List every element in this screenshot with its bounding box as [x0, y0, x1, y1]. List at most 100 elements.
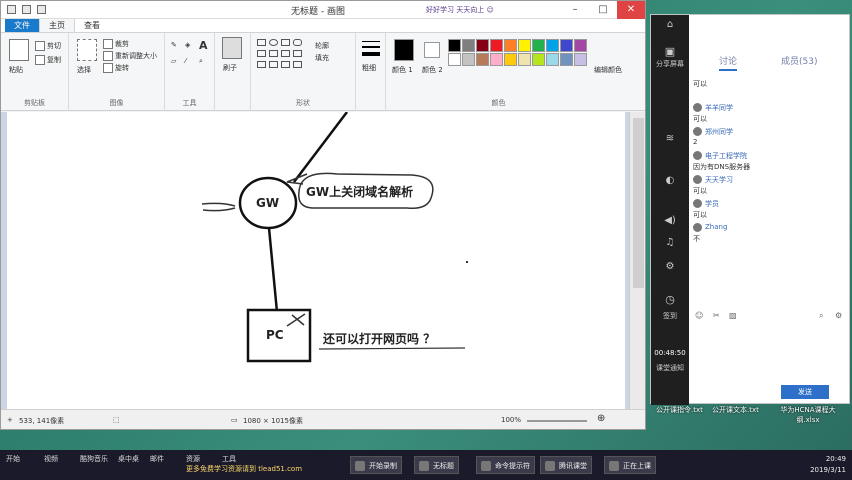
outline-button[interactable]: 轮廓 — [315, 41, 329, 51]
color1-swatch[interactable] — [394, 39, 414, 61]
vertical-scrollbar[interactable] — [629, 112, 645, 409]
palette-swatch[interactable] — [504, 39, 517, 52]
tab-members[interactable]: 成员(53) — [781, 54, 817, 67]
desktop-file-1[interactable]: 公开课指令.txt — [656, 405, 703, 415]
select-button[interactable]: 选择 — [77, 65, 91, 75]
zoom-slider[interactable] — [527, 420, 587, 422]
heart-shape-icon[interactable] — [293, 61, 302, 68]
palette-swatch[interactable] — [560, 39, 573, 52]
palette-swatch[interactable] — [518, 53, 531, 66]
oval-shape-icon[interactable] — [269, 39, 278, 46]
send-button[interactable]: 发送 — [781, 385, 829, 399]
tab-home[interactable]: 主页 — [39, 18, 75, 32]
fill-button[interactable]: 填充 — [315, 53, 329, 63]
cut-button[interactable]: 剪切 — [35, 41, 61, 51]
star-shape-icon[interactable] — [269, 61, 278, 68]
brush-icon[interactable] — [222, 37, 242, 59]
tab-view[interactable]: 查看 — [75, 19, 109, 32]
desktop-file-2[interactable]: 公开课文本.txt — [712, 405, 759, 415]
scissors-icon[interactable]: ✂ — [713, 311, 720, 320]
text-tool-icon[interactable]: A — [199, 39, 208, 52]
palette-swatch[interactable] — [462, 39, 475, 52]
save-icon[interactable] — [7, 5, 16, 14]
color-picker-icon[interactable]: ⁄ — [185, 57, 186, 65]
triangle-shape-icon[interactable] — [257, 50, 266, 57]
search-icon[interactable]: ⌕ — [819, 311, 823, 321]
avatar[interactable] — [693, 223, 702, 232]
brushes-button[interactable]: 刷子 — [223, 63, 237, 73]
palette-swatch[interactable] — [532, 53, 545, 66]
minimize-icon[interactable]: – — [561, 1, 589, 19]
copy-button[interactable]: 复制 — [35, 55, 61, 65]
share-screen-icon[interactable]: ▣ — [651, 45, 689, 58]
paste-button[interactable]: 粘贴 — [9, 65, 23, 75]
drawing-canvas[interactable]: GW GW上关闭域名解析 PC 还可以打开网页吗 ？ — [7, 111, 625, 409]
taskbar-app[interactable]: 无标题 — [414, 456, 459, 474]
palette-swatch[interactable] — [462, 53, 475, 66]
magnifier-icon[interactable]: ⌕ — [199, 57, 203, 66]
palette-swatch[interactable] — [504, 53, 517, 66]
taskbar-shortcut[interactable]: 酷狗音乐 — [80, 454, 108, 464]
settings-icon[interactable]: ⚙ — [651, 261, 689, 272]
taskbar-shortcut[interactable]: 邮件 — [150, 454, 164, 464]
palette-swatch[interactable] — [546, 39, 559, 52]
size-button[interactable]: 粗细 — [362, 63, 376, 73]
maximize-icon[interactable]: □ — [589, 1, 617, 19]
avatar[interactable] — [693, 127, 702, 136]
crop-button[interactable]: 裁剪 — [103, 39, 129, 49]
taskbar-shortcut[interactable]: 视频 — [44, 454, 58, 464]
tab-discuss[interactable]: 讨论 — [719, 54, 738, 71]
palette-swatch[interactable] — [448, 53, 461, 66]
taskbar-shortcut[interactable]: 开始 — [6, 454, 20, 464]
pencil-icon[interactable]: ✎ — [171, 41, 177, 49]
speaker-icon[interactable]: ◀) — [651, 215, 689, 226]
avatar[interactable] — [693, 199, 702, 208]
rounded-rect-shape-icon[interactable] — [293, 39, 302, 46]
avatar[interactable] — [693, 151, 702, 160]
rotate-button[interactable]: 旋转 — [103, 63, 129, 73]
music-icon[interactable]: ♫ — [651, 237, 689, 248]
palette-swatch[interactable] — [518, 39, 531, 52]
palette-swatch[interactable] — [490, 39, 503, 52]
avatar[interactable] — [693, 103, 702, 112]
notify-icon[interactable]: ⌂ — [651, 19, 689, 30]
arrow-shape-icon[interactable] — [257, 61, 266, 68]
palette-swatch[interactable] — [490, 53, 503, 66]
pentagon-shape-icon[interactable] — [281, 50, 290, 57]
edit-colors-button[interactable]: 编辑颜色 — [594, 65, 622, 75]
diamond-shape-icon[interactable] — [269, 50, 278, 57]
tab-file[interactable]: 文件 — [5, 19, 39, 32]
close-icon[interactable]: ✕ — [617, 1, 645, 19]
gear-icon[interactable]: ⚙ — [835, 311, 842, 320]
fill-icon[interactable]: ◈ — [185, 41, 190, 49]
palette-swatch[interactable] — [546, 53, 559, 66]
zoom-in-icon[interactable]: ⊕ — [597, 413, 605, 424]
palette-swatch[interactable] — [574, 39, 587, 52]
avatar[interactable] — [693, 175, 702, 184]
image-icon[interactable]: ▨ — [729, 311, 737, 320]
taskbar-app[interactable]: 正在上课 — [604, 456, 656, 474]
palette-swatch[interactable] — [574, 53, 587, 66]
taskbar-shortcut[interactable]: 桌中桌 — [118, 454, 139, 464]
signin-label[interactable]: 签到 — [651, 311, 689, 321]
camera-icon[interactable]: ◐ — [651, 175, 689, 186]
callout-shape-icon[interactable] — [281, 61, 290, 68]
desktop-file-3[interactable]: 华为HCNA课程大纲.xlsx — [776, 405, 840, 425]
color2-swatch[interactable] — [424, 42, 440, 58]
taskbar-app[interactable]: 开始录制 — [350, 456, 402, 474]
taskbar-app[interactable]: 命令提示符 — [476, 456, 535, 474]
palette-swatch[interactable] — [532, 39, 545, 52]
taskbar-app[interactable]: 腾讯课堂 — [540, 456, 592, 474]
timer-icon[interactable]: ◷ — [651, 293, 689, 306]
eraser-icon[interactable]: ▱ — [171, 57, 176, 65]
taskbar-shortcut[interactable]: 工具 — [222, 454, 236, 464]
palette-swatch[interactable] — [476, 53, 489, 66]
line-shape-icon[interactable] — [257, 39, 266, 46]
undo-icon[interactable] — [22, 5, 31, 14]
taskbar-shortcut[interactable]: 资源 — [186, 454, 200, 464]
palette-swatch[interactable] — [476, 39, 489, 52]
redo-icon[interactable] — [37, 5, 46, 14]
hexagon-shape-icon[interactable] — [293, 50, 302, 57]
palette-swatch[interactable] — [448, 39, 461, 52]
emoji-icon[interactable]: ☺ — [695, 311, 703, 320]
